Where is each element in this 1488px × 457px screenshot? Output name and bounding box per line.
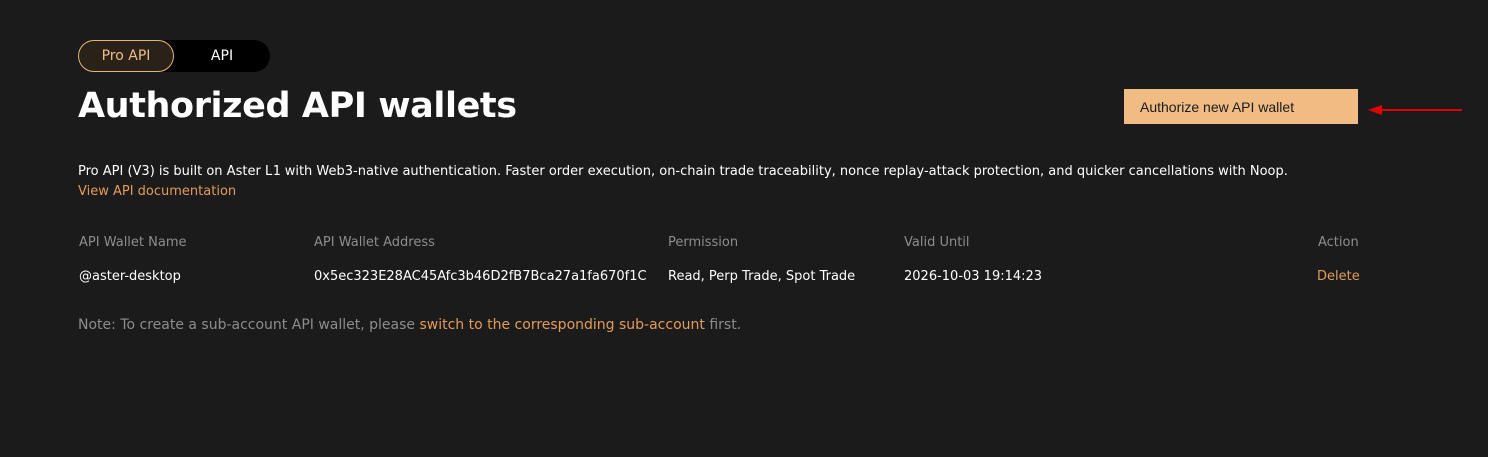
column-header-permission: Permission xyxy=(668,235,739,250)
sub-account-note: Note: To create a sub-account API wallet… xyxy=(78,317,741,333)
note-text: Note: To create a sub-account API wallet… xyxy=(78,317,420,333)
switch-sub-account-link[interactable]: switch to the corresponding sub-account xyxy=(419,317,704,333)
page-title: Authorized API wallets xyxy=(78,86,517,126)
api-type-tabs: Pro API API xyxy=(78,40,270,72)
column-header-address: API Wallet Address xyxy=(314,235,435,250)
column-header-valid-until: Valid Until xyxy=(904,235,970,250)
api-management-page: Pro API API Authorized API wallets Autho… xyxy=(0,0,1488,457)
pro-api-description: Pro API (V3) is built on Aster L1 with W… xyxy=(78,162,1318,202)
valid-until-cell: 2026-10-03 19:14:23 xyxy=(904,269,1043,284)
delete-button[interactable]: Delete xyxy=(1317,269,1360,284)
tab-pro-api[interactable]: Pro API xyxy=(78,40,174,72)
wallet-name-cell: @aster-desktop xyxy=(79,269,181,284)
permission-cell: Read, Perp Trade, Spot Trade xyxy=(668,269,856,284)
column-header-action: Action xyxy=(1318,235,1359,250)
note-text-end: first. xyxy=(704,317,742,333)
wallet-address-cell: 0x5ec323E28AC45Afc3b46D2fB7Bca27a1fa670f… xyxy=(314,269,647,284)
column-header-name: API Wallet Name xyxy=(79,235,187,250)
description-text: Pro API (V3) is built on Aster xyxy=(78,164,265,179)
view-api-documentation-link[interactable]: View API documentation xyxy=(78,184,236,199)
tab-api[interactable]: API xyxy=(174,40,270,72)
authorize-new-api-wallet-button[interactable]: Authorize new API wallet xyxy=(1124,89,1358,124)
description-l1: L1 xyxy=(264,164,281,179)
description-text-continued: with Web3-native authentication. Faster … xyxy=(280,164,1288,179)
annotation-arrow-icon xyxy=(1368,105,1462,115)
